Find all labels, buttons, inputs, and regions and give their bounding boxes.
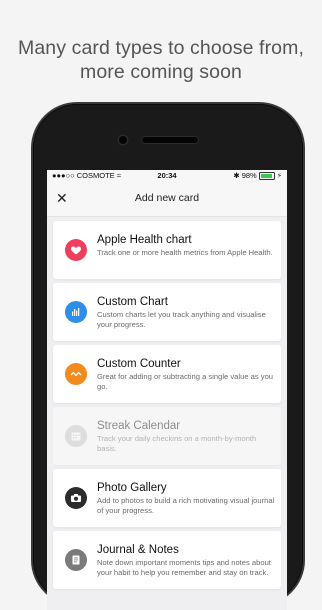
battery-icon bbox=[258, 172, 275, 180]
card-title: Photo Gallery bbox=[97, 482, 167, 494]
bluetooth-icon: ✱ bbox=[233, 171, 240, 180]
nav-bar: ✕ Add new card bbox=[47, 182, 287, 217]
card-title: Journal & Notes bbox=[97, 544, 179, 556]
card-desc: Great for adding or subtracting a single… bbox=[97, 372, 274, 391]
front-camera-icon bbox=[119, 136, 127, 144]
card-title: Apple Health chart bbox=[97, 234, 192, 246]
headline: Many card types to choose from, more com… bbox=[0, 36, 322, 84]
card-desc: Custom charts let you track anything and… bbox=[97, 310, 266, 329]
card-desc: Track your daily checkins on a month-by-… bbox=[97, 434, 257, 453]
nav-title: Add new card bbox=[134, 192, 200, 204]
phone-screen: ●●●○○ COSMOTE ≈ 20:34 ✱ 98% ⚡ ✕ Add new … bbox=[47, 170, 287, 610]
status-bar: ●●●○○ COSMOTE ≈ 20:34 ✱ 98% ⚡ bbox=[47, 170, 287, 182]
card-title: Custom Chart bbox=[97, 296, 168, 308]
phone-frame: ●●●○○ COSMOTE ≈ 20:34 ✱ 98% ⚡ ✕ Add new … bbox=[33, 104, 303, 610]
calendar-icon bbox=[65, 425, 87, 447]
charging-icon: ⚡ bbox=[276, 171, 282, 180]
card-custom-chart[interactable]: Custom Chart Custom charts let you track… bbox=[53, 283, 281, 341]
card-desc: Add to photos to build a rich motivating… bbox=[97, 496, 275, 515]
card-apple-health-chart[interactable]: Apple Health chart Track one or more hea… bbox=[53, 221, 281, 279]
counter-wave-icon bbox=[65, 363, 87, 385]
notes-icon bbox=[65, 549, 87, 571]
card-photo-gallery[interactable]: Photo Gallery Add to photos to build a r… bbox=[53, 469, 281, 527]
status-right: ✱ 98% ⚡ bbox=[233, 170, 282, 182]
earpiece-speaker bbox=[142, 137, 198, 143]
card-title: Custom Counter bbox=[97, 358, 181, 370]
card-desc: Note down important moments tips and not… bbox=[97, 558, 271, 577]
card-journal-notes[interactable]: Journal & Notes Note down important mome… bbox=[53, 531, 281, 589]
card-desc: Track one or more health metrics from Ap… bbox=[97, 248, 273, 257]
card-streak-calendar: Streak Calendar Track your daily checkin… bbox=[53, 407, 281, 465]
camera-icon bbox=[65, 487, 87, 509]
headline-line-2: more coming soon bbox=[79, 61, 242, 83]
battery-fill bbox=[260, 174, 273, 178]
headline-line-1: Many card types to choose from, bbox=[18, 37, 304, 59]
card-title: Streak Calendar bbox=[97, 420, 181, 432]
card-custom-counter[interactable]: Custom Counter Great for adding or subtr… bbox=[53, 345, 281, 403]
heart-icon bbox=[65, 239, 87, 261]
card-type-list: Apple Health chart Track one or more hea… bbox=[47, 221, 287, 589]
battery-percent: 98% bbox=[241, 171, 257, 180]
bar-chart-icon bbox=[65, 301, 87, 323]
